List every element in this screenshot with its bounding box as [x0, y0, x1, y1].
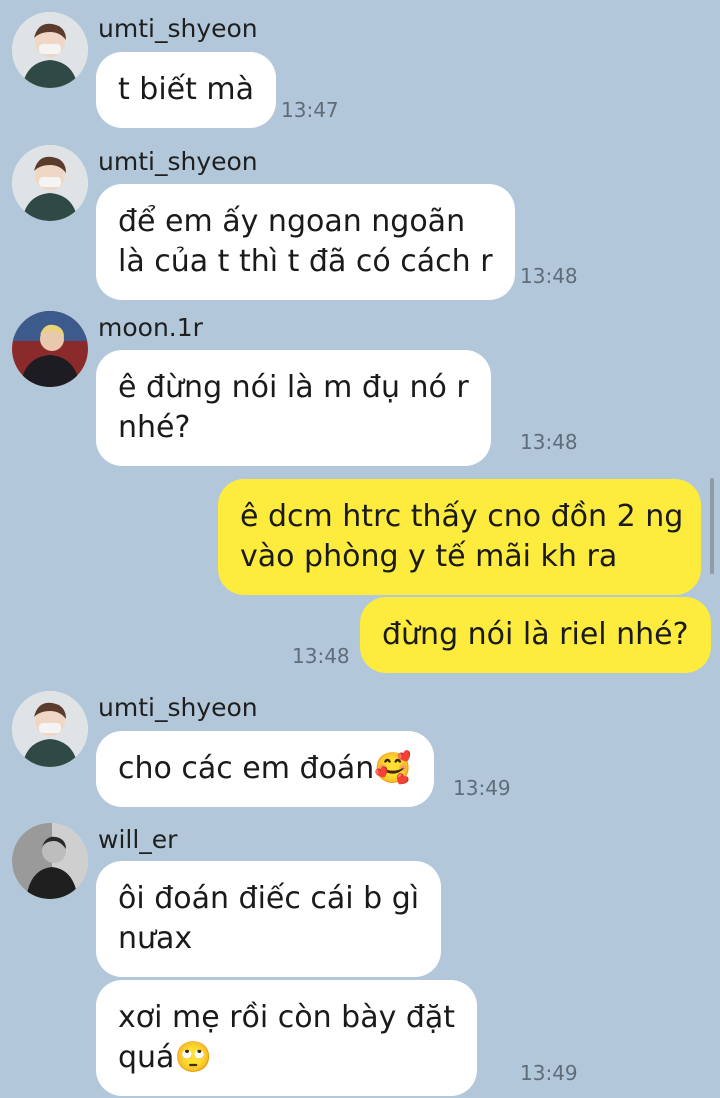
message-bubble[interactable]: cho các em đoán🥰	[96, 731, 434, 807]
avatar-moon-1r[interactable]	[12, 311, 88, 387]
message-text: nhé?	[118, 410, 191, 445]
avatar-umti-shyeon[interactable]	[12, 12, 88, 88]
message-text: để em ấy ngoan ngoãn	[118, 204, 466, 239]
message-text: quá🙄	[118, 1040, 212, 1075]
message-text: xơi mẹ rồi còn bày đặt	[118, 1000, 456, 1035]
user-photo-icon	[12, 12, 88, 88]
message-text: đừng nói là riel nhé?	[382, 617, 689, 652]
user-photo-icon	[12, 311, 88, 387]
user-photo-icon	[12, 823, 88, 899]
message-time: 13:49	[453, 776, 511, 800]
message-time: 13:47	[281, 98, 339, 122]
avatar-umti-shyeon[interactable]	[12, 691, 88, 767]
message-bubble[interactable]: xơi mẹ rồi còn bày đặt quá🙄	[96, 980, 478, 1096]
message-text: ê dcm htrc thấy cno đồn 2 ng	[240, 499, 684, 534]
chat-room[interactable]: umti_shyeon t biết mà 13:47 umti_shyeon …	[0, 0, 720, 1098]
message-bubble[interactable]: ôi đoán điếc cái b gì nưax	[96, 861, 442, 977]
message-text: là của t thì t đã có cách r	[118, 244, 493, 279]
user-photo-icon	[12, 145, 88, 221]
scrollbar-thumb[interactable]	[710, 478, 714, 574]
message-text: cho các em đoán🥰	[118, 751, 412, 786]
message-time: 13:49	[520, 1061, 578, 1085]
message-time: 13:48	[520, 264, 578, 288]
sender-name: moon.1r	[98, 313, 203, 342]
sender-name: will_er	[98, 825, 178, 854]
message-bubble[interactable]: ê đừng nói là m đụ nó r nhé?	[96, 350, 491, 466]
message-text: ê đừng nói là m đụ nó r	[118, 370, 469, 405]
my-message-bubble[interactable]: ê dcm htrc thấy cno đồn 2 ng vào phòng y…	[218, 479, 701, 595]
message-text: nưax	[118, 921, 193, 956]
message-bubble[interactable]: t biết mà	[96, 52, 277, 128]
message-text: ôi đoán điếc cái b gì	[118, 881, 420, 916]
avatar-will-er[interactable]	[12, 823, 88, 899]
message-text: t biết mà	[118, 72, 255, 107]
message-time: 13:48	[292, 644, 350, 668]
sender-name: umti_shyeon	[98, 147, 258, 176]
my-message-bubble[interactable]: đừng nói là riel nhé?	[360, 597, 711, 673]
message-bubble[interactable]: để em ấy ngoan ngoãn là của t thì t đã c…	[96, 184, 515, 300]
user-photo-icon	[12, 691, 88, 767]
sender-name: umti_shyeon	[98, 693, 258, 722]
message-time: 13:48	[520, 430, 578, 454]
message-text: vào phòng y tế mãi kh ra	[240, 539, 618, 574]
avatar-umti-shyeon[interactable]	[12, 145, 88, 221]
sender-name: umti_shyeon	[98, 14, 258, 43]
